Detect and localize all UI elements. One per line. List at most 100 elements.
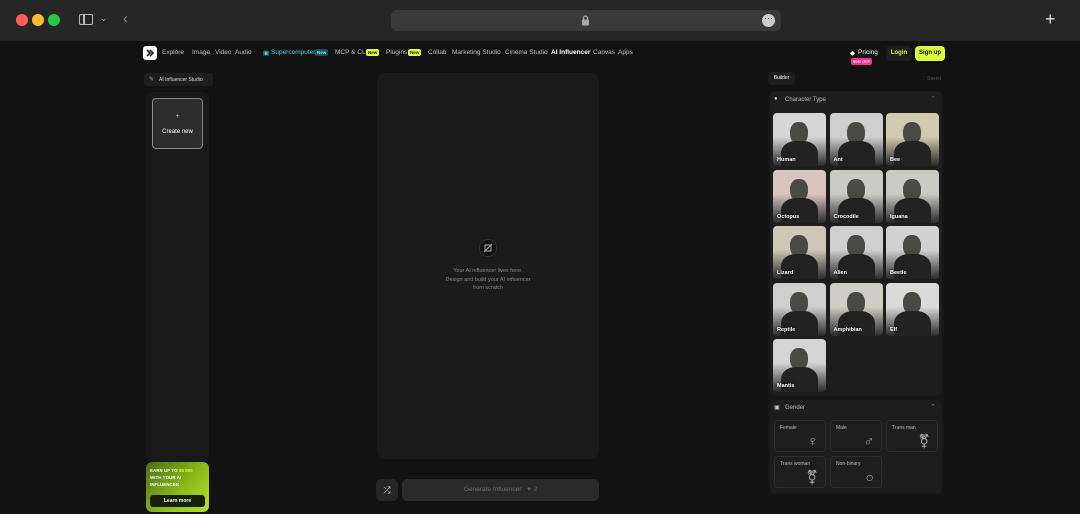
pricing-link[interactable]: Pricing <box>858 49 878 56</box>
character-label: Bee <box>890 157 901 163</box>
nav-apps[interactable]: Apps <box>618 49 633 56</box>
sidebar-toggle-icon[interactable] <box>79 14 93 25</box>
gender-title: Gender <box>785 405 806 411</box>
character-label: Reptile <box>777 326 796 333</box>
nav-canvas[interactable]: Canvas <box>593 49 615 56</box>
promo-line1: EARN UP TO <box>150 468 178 473</box>
new-badge: New <box>366 49 380 56</box>
empty-state-line3: from scratch <box>472 285 504 291</box>
character-card[interactable]: Iguana <box>886 169 939 223</box>
supercomputer-icon: ▣ <box>263 50 270 57</box>
top-nav: Explore Image Video Audio ▣ Supercompute… <box>0 41 1080 65</box>
signup-button[interactable]: Sign up <box>915 46 945 61</box>
discount-badge: 50% OFF <box>851 58 873 65</box>
character-label: Octopus <box>777 213 800 220</box>
generate-button[interactable]: Generate Influencer ✦ 2 <box>402 479 599 501</box>
promo-card[interactable]: EARN UP TO $5 000 WITH YOUR AI INFLUENCE… <box>146 462 209 512</box>
lock-icon <box>582 15 589 26</box>
new-tab-icon[interactable]: + <box>1045 9 1056 29</box>
gender-option[interactable]: Female ♀ <box>774 420 826 452</box>
gender-section: ▣ Gender ⌃ Female ♀ Male ♂ Trans man ⚧ Trans w… <box>770 400 942 493</box>
empty-state-line1: Your AI influencer lives here. <box>453 268 523 274</box>
character-card[interactable]: Reptile <box>773 282 826 336</box>
zoom-window-button[interactable] <box>48 14 60 26</box>
nav-plugins[interactable]: Plugins <box>386 49 407 56</box>
diamond-icon: ◆ <box>850 50 855 57</box>
character-body <box>837 141 875 166</box>
chevron-up-icon[interactable]: ⌃ <box>930 403 936 411</box>
promo-line2: WITH YOUR AI <box>150 475 182 480</box>
gender-label: Female <box>780 425 797 431</box>
gender-option[interactable]: Male ♂ <box>830 420 882 452</box>
character-label: Mantis <box>777 383 795 389</box>
promo-line3: INFLUENCER <box>150 482 179 487</box>
character-card[interactable]: Alien <box>829 226 883 279</box>
character-type-section: ● Character Type ⌃ Human Ant Bee Octopus Cro… <box>770 92 942 396</box>
plus-icon: + <box>175 113 180 120</box>
image-placeholder-icon <box>479 239 497 257</box>
login-button[interactable]: Login <box>886 46 912 61</box>
character-card[interactable]: Mantis <box>773 339 826 392</box>
studio-tab-label: AI Influencer Studio <box>159 76 203 83</box>
gender-symbol-icon: ○ <box>865 469 874 485</box>
character-card[interactable]: Ant <box>829 113 883 166</box>
character-card[interactable]: Beetle <box>886 226 939 279</box>
character-type-title: Character Type <box>785 97 826 103</box>
character-label: Beetle <box>890 270 907 276</box>
nav-marketing-studio[interactable]: Marketing Studio <box>452 49 501 56</box>
empty-state-line2: Design and build your AI influencer <box>445 276 531 283</box>
character-card[interactable]: Elf <box>886 282 939 336</box>
character-card[interactable]: Lizard <box>773 226 826 279</box>
character-label: Lizard <box>777 270 794 276</box>
back-icon[interactable]: ‹ <box>123 10 128 27</box>
character-card[interactable]: Crocodile <box>829 169 883 223</box>
close-window-button[interactable] <box>16 14 28 26</box>
tab-builder[interactable]: Builder <box>768 72 795 85</box>
nav-mcp[interactable]: MCP & CLI <box>335 49 367 56</box>
create-new-button[interactable]: + Create new <box>152 98 203 149</box>
nav-explore[interactable]: Explore <box>162 49 184 56</box>
logo-icon[interactable] <box>143 46 157 60</box>
character-body <box>894 310 931 336</box>
gender-option[interactable]: Non-binary ○ <box>830 456 882 488</box>
chevron-down-icon[interactable]: ⌄ <box>100 13 108 24</box>
nav-ai-influencer[interactable]: AI Influencer <box>551 49 590 56</box>
gender-symbol-icon: ♂ <box>863 433 875 449</box>
nav-video[interactable]: Video <box>215 49 232 56</box>
character-card[interactable]: Human <box>773 113 826 166</box>
new-badge: New <box>315 49 329 56</box>
builder-panel: Builder Saved ● Character Type ⌃ Human An… <box>768 72 944 495</box>
minimize-window-button[interactable] <box>32 14 44 26</box>
address-bar[interactable]: ··· <box>391 10 781 31</box>
character-card[interactable]: Amphibian <box>829 282 883 336</box>
character-label: Ant <box>833 157 843 163</box>
gender-icon: ▣ <box>774 405 780 411</box>
sparkle-icon: ✦ <box>526 486 532 493</box>
page: Explore Image Video Audio ▣ Supercompute… <box>0 41 1080 514</box>
character-card[interactable]: Octopus <box>773 169 826 223</box>
character-card[interactable]: Bee <box>886 113 939 166</box>
edit-icon: ✎ <box>149 77 155 83</box>
create-new-label: Create new <box>162 129 193 135</box>
left-panel: + Create new <box>146 92 209 462</box>
gender-option[interactable]: Trans man ⚧ <box>886 420 938 452</box>
nav-collab[interactable]: Collab <box>428 49 446 56</box>
gender-option[interactable]: Trans woman ⚧ <box>774 456 826 488</box>
character-label: Alien <box>833 270 847 276</box>
more-options-icon[interactable]: ··· <box>762 14 775 27</box>
shuffle-icon[interactable]: ⤮ <box>376 479 398 501</box>
generate-cost: 2 <box>533 486 538 493</box>
learn-more-button[interactable]: Learn more <box>150 495 205 507</box>
nav-image[interactable]: Image <box>192 49 210 56</box>
gender-label: Non-binary <box>836 461 861 467</box>
nav-cinema-studio[interactable]: Cinema Studio <box>505 49 548 56</box>
studio-tab[interactable]: ✎ AI Influencer Studio <box>144 73 213 86</box>
chevron-up-icon[interactable]: ⌃ <box>930 95 936 103</box>
new-badge: New <box>408 49 422 56</box>
preview-canvas: Your AI influencer lives here. Design an… <box>377 73 599 459</box>
character-label: Amphibian <box>833 326 862 333</box>
character-label: Iguana <box>890 213 908 220</box>
tab-saved[interactable]: Saved <box>927 76 941 82</box>
nav-audio[interactable]: Audio <box>235 49 252 56</box>
nav-supercomputer[interactable]: Supercomputer <box>271 49 315 56</box>
